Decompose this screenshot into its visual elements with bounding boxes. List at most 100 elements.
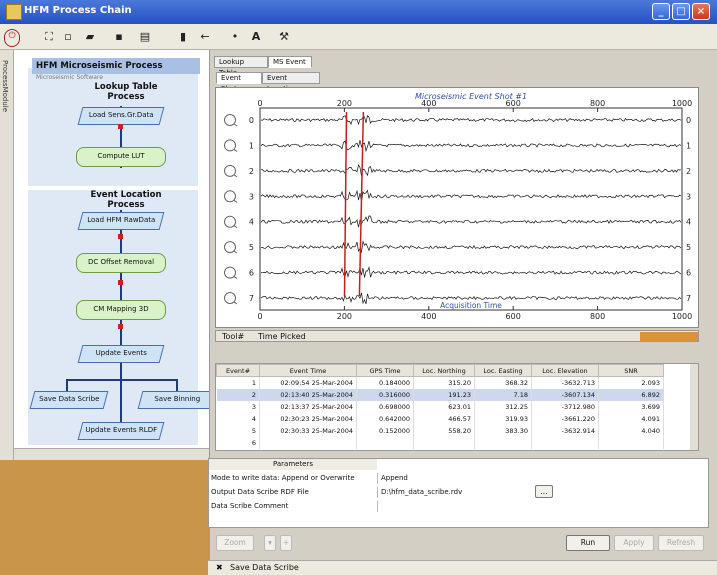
- column-header[interactable]: GPS Time: [356, 364, 414, 377]
- run-button[interactable]: Run: [566, 535, 610, 551]
- trace-label-right: 3: [686, 192, 691, 201]
- trace-label-right: 0: [686, 116, 691, 125]
- arrow-left-icon[interactable]: ←: [198, 29, 212, 45]
- apply-button[interactable]: Apply: [614, 535, 654, 551]
- table-cell: 6.892: [598, 389, 664, 401]
- node-save-data-scribe[interactable]: Save Data Scribe: [29, 391, 109, 409]
- x-tick-label-bottom: 600: [506, 312, 521, 321]
- events-table: Event# Event Time GPS Time Loc. Northing Loc…: [215, 363, 699, 451]
- table-cell: 1: [216, 376, 260, 389]
- font-a-icon[interactable]: A: [250, 29, 262, 45]
- tab-ms-event[interactable]: MS Event: [268, 56, 312, 68]
- x-tick-label-top: 1000: [672, 99, 692, 108]
- process-tree-panel: HFM Microseismic Process Microseismic So…: [14, 50, 210, 460]
- param-value-output[interactable]: D:\hfm_data_scribe.rdv: [377, 487, 531, 498]
- save-icon[interactable]: ▪: [112, 29, 126, 45]
- node-update-events[interactable]: Update Events: [77, 345, 165, 363]
- app-icon: [6, 4, 22, 20]
- table-row[interactable]: 2 02:13:40 25-Mar-2004 0.316000 191.23 7.18-…: [216, 389, 664, 401]
- node-dc-offset-removal[interactable]: DC Offset Removal: [76, 253, 166, 273]
- browse-button[interactable]: ...: [535, 485, 553, 498]
- param-value-mode[interactable]: Append: [377, 473, 561, 484]
- trace-label-right: 6: [686, 269, 691, 278]
- x-tick-label-top: 600: [506, 99, 521, 108]
- table-cell: 0.316000: [356, 389, 414, 401]
- table-row[interactable]: 6: [216, 437, 664, 449]
- param-label-comment: Data Scribe Comment: [211, 502, 289, 510]
- plot-area: [259, 107, 683, 311]
- tab-lookup-table[interactable]: Lookup Table: [214, 56, 268, 77]
- maximize-button[interactable]: □: [672, 3, 690, 20]
- table-row[interactable]: 4 02:30:23 25-Mar-2004 0.642000 466.57 319.9…: [216, 413, 664, 425]
- table-row[interactable]: 5 02:30:33 25-Mar-2004 0.152000 558.20 383.3…: [216, 425, 664, 437]
- table-cell: -3661.220: [531, 413, 599, 425]
- open-folder-icon[interactable]: ▰: [82, 29, 98, 45]
- node-load-sensor-data[interactable]: Load Sens.Gr.Data: [77, 107, 165, 125]
- trace-label-left: 6: [249, 269, 254, 278]
- trace-toggle-handle: [233, 225, 238, 229]
- table-cell: -3607.134: [531, 389, 599, 401]
- table-cell: 4.091: [598, 413, 664, 425]
- x-tick-label-bottom: 200: [337, 312, 352, 321]
- tree-subheader: Microseismic Software: [36, 74, 103, 81]
- param-value-comment[interactable]: [377, 501, 561, 512]
- column-icon[interactable]: ▮: [178, 29, 188, 45]
- trace-label-right: 1: [686, 141, 691, 150]
- close-button[interactable]: ×: [692, 3, 710, 20]
- table-cell: 4: [216, 413, 260, 425]
- tab-event-location[interactable]: Event Location: [262, 72, 320, 93]
- dot-icon[interactable]: •: [230, 29, 240, 45]
- table-cell: [598, 437, 664, 449]
- tools-icon[interactable]: ⚒: [276, 29, 292, 45]
- refresh-button[interactable]: Refresh: [658, 535, 704, 551]
- time-picked-column-label: Time Picked: [258, 332, 306, 341]
- x-tick-label-bottom: 1000: [672, 312, 692, 321]
- new-document-icon[interactable]: ▫: [62, 29, 74, 45]
- zoom-dropdown[interactable]: ▾: [264, 535, 276, 551]
- table-cell: 383.30: [474, 425, 532, 437]
- trace-label-left: 2: [249, 167, 254, 176]
- column-header[interactable]: Event Time: [259, 364, 357, 377]
- table-cell: 7.18: [474, 389, 532, 401]
- trace-toggle-handle: [233, 174, 238, 178]
- trace-toggle: [224, 292, 236, 304]
- node-compute-lut[interactable]: Compute LUT: [76, 147, 166, 167]
- trace-toggle: [224, 266, 236, 279]
- process-chain-icon[interactable]: ⛶: [40, 29, 58, 45]
- table-cell: 02:09:54 25-Mar-2004: [259, 376, 357, 389]
- table-cell: 0.642000: [356, 413, 414, 425]
- table-row[interactable]: 1 02:09:54 25-Mar-2004 0.184000 315.20 368.3…: [216, 376, 664, 389]
- column-header[interactable]: Loc. Easting: [474, 364, 532, 377]
- table-cell: 466.57: [413, 413, 475, 425]
- table-cell: 191.23: [413, 389, 475, 401]
- table-cell: -3712.980: [531, 401, 599, 413]
- table-cell: -3632.914: [531, 425, 599, 437]
- pick-grid-header: Tool# Time Picked: [215, 330, 699, 342]
- node-load-hfm-rawdata[interactable]: Load HFM RawData: [77, 212, 165, 230]
- tab-event-shot[interactable]: Event Shot: [216, 72, 262, 93]
- column-header[interactable]: SNR: [598, 364, 664, 377]
- table-cell: [259, 437, 357, 449]
- column-header[interactable]: Loc. Elevation: [531, 364, 599, 377]
- print-icon[interactable]: ▤: [138, 29, 152, 45]
- zoom-button[interactable]: Zoom: [216, 535, 254, 551]
- column-header[interactable]: Loc. Northing: [413, 364, 475, 377]
- column-header[interactable]: Event#: [216, 364, 260, 377]
- table-scrollbar[interactable]: [690, 364, 698, 450]
- param-label-mode: Mode to write data: Append or Overwrite: [211, 474, 355, 482]
- tree-hscrollbar[interactable]: [14, 448, 209, 460]
- table-row[interactable]: 3 02:13:37 25-Mar-2004 0.698000 623.01 312.2…: [216, 401, 664, 413]
- node-cm-mapping[interactable]: CM Mapping 3D: [76, 300, 166, 320]
- table-cell: 319.93: [474, 413, 532, 425]
- power-icon[interactable]: ⏻: [4, 29, 20, 47]
- trace-toggle: [224, 215, 236, 228]
- zoom-step-button[interactable]: +: [280, 535, 292, 551]
- trace-label-left: 3: [249, 192, 254, 201]
- node-update-events-rldf[interactable]: Update Events RLDF: [77, 422, 165, 440]
- process-module-tab[interactable]: ProcessModule: [0, 50, 14, 460]
- node-save-binning[interactable]: Save Binning: [137, 391, 209, 409]
- trace-toggle: [224, 139, 236, 152]
- trace-toggle: [224, 114, 236, 126]
- minimize-button[interactable]: _: [652, 3, 670, 20]
- x-tick-label-bottom: 0: [257, 312, 262, 321]
